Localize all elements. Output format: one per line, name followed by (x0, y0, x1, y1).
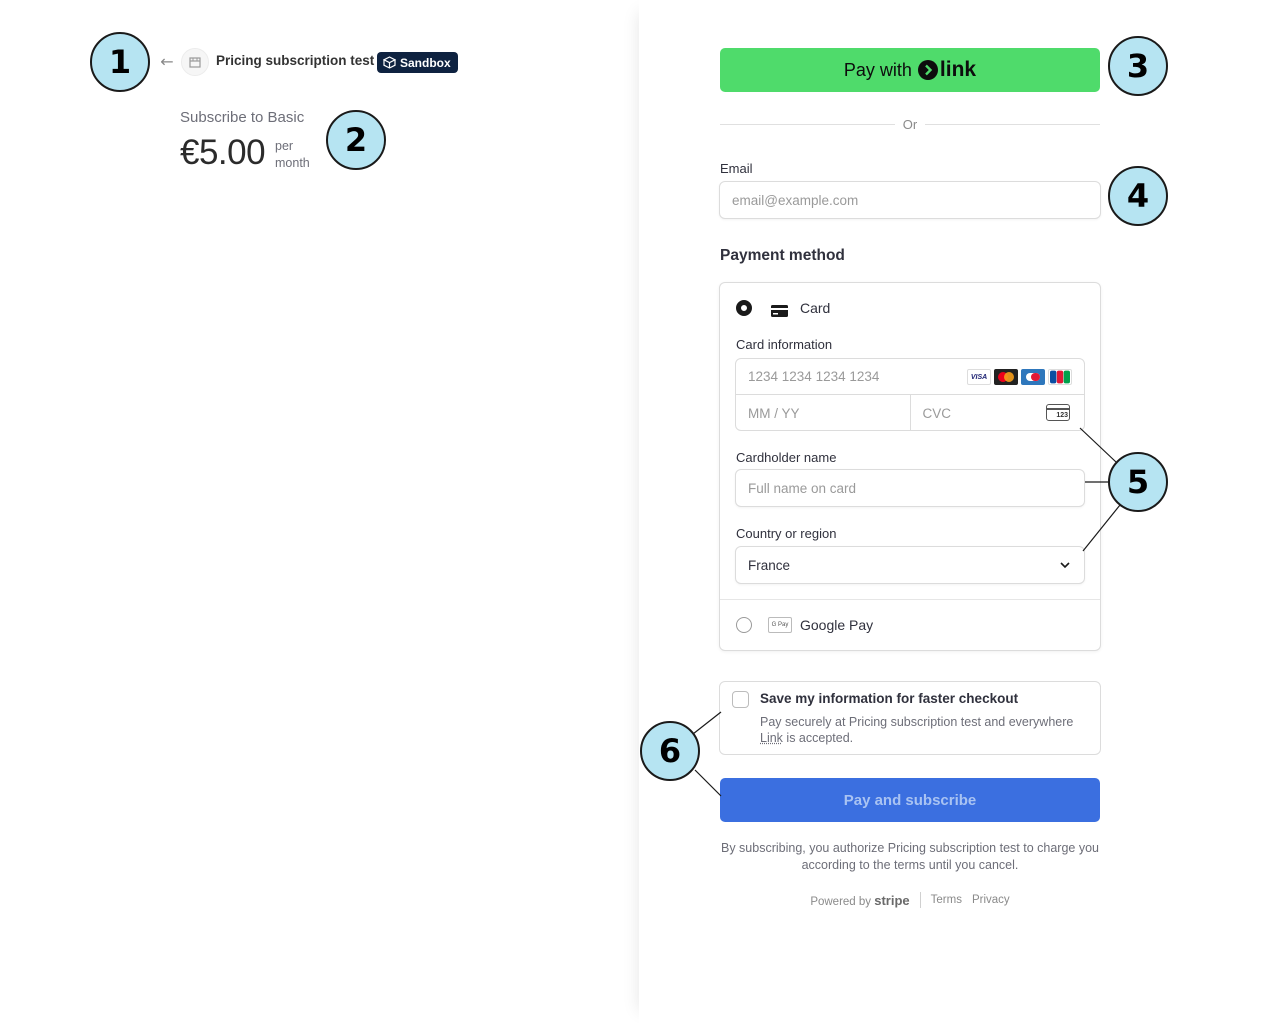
google-pay-icon: G Pay (768, 617, 792, 633)
footer: Powered by stripe Terms Privacy (720, 892, 1100, 908)
cube-icon (383, 56, 396, 69)
sandbox-label: Sandbox (400, 55, 451, 70)
cvc-input[interactable]: CVC 123 (909, 395, 1085, 431)
callout-4: 4 (1108, 166, 1168, 226)
cvc-card-icon: 123 (1046, 404, 1070, 421)
link-brand-text: link (939, 58, 977, 81)
save-info-checkbox[interactable] (732, 691, 749, 708)
sandbox-badge: Sandbox (377, 52, 458, 73)
stripe-logo: stripe (874, 892, 910, 908)
card-brand-icons: VISA (967, 369, 1072, 385)
business-name[interactable]: Pricing subscription test (216, 53, 374, 68)
callout-1: 1 (90, 32, 150, 92)
expiry-input[interactable]: MM / YY (736, 395, 910, 431)
expiry-placeholder: MM / YY (748, 405, 800, 421)
subscription-terms-text: By subscribing, you authorize Pricing su… (721, 841, 1099, 872)
email-input[interactable]: email@example.com (719, 181, 1101, 219)
card-number-input[interactable]: 1234 1234 1234 1234 VISA (736, 359, 1084, 395)
card-info-label: Card information (736, 337, 833, 352)
price-period: per month (275, 138, 310, 172)
callout-3: 3 (1108, 36, 1168, 96)
back-arrow-icon[interactable]: ← (157, 52, 177, 72)
payment-option-divider (720, 599, 1100, 600)
country-value: France (748, 557, 791, 573)
link-info-link[interactable]: Link (760, 731, 783, 745)
powered-by-text: Powered by (810, 895, 872, 908)
link-button-prefix: Pay with (843, 59, 912, 80)
link-logo-icon (917, 60, 938, 80)
price-amount: €5.00 (180, 133, 266, 172)
card-icon (771, 302, 788, 321)
country-select[interactable]: France (735, 546, 1085, 584)
save-info-desc-before: Pay securely at Pricing subscription tes… (760, 715, 1074, 729)
price-period-text: month (275, 156, 310, 170)
card-option-label[interactable]: Card (800, 300, 830, 316)
cardholder-label: Cardholder name (736, 450, 837, 465)
cvc-icon-text: 123 (1056, 412, 1068, 419)
card-info-group: 1234 1234 1234 1234 VISA MM / YY CVC 123 (735, 358, 1085, 431)
google-pay-label[interactable]: Google Pay (800, 617, 873, 633)
price-per-text: per (275, 139, 294, 153)
email-label: Email (720, 161, 753, 176)
save-info-box: Save my information for faster checkout … (719, 681, 1101, 755)
save-info-title[interactable]: Save my information for faster checkout (760, 691, 1018, 706)
card-number-placeholder: 1234 1234 1234 1234 (748, 369, 880, 384)
callout-5: 5 (1108, 452, 1168, 512)
save-info-desc-after: is accepted. (782, 731, 854, 745)
cardholder-name-input[interactable]: Full name on card (735, 469, 1085, 507)
save-info-description: Pay securely at Pricing subscription tes… (760, 714, 1090, 746)
chevron-down-icon (1060, 562, 1070, 569)
pay-with-link-button[interactable]: Pay with link (720, 48, 1100, 92)
callout-6: 6 (640, 721, 700, 781)
link-brand: link (917, 58, 977, 82)
jcb-icon (1048, 369, 1072, 385)
google-pay-radio[interactable] (736, 617, 752, 633)
card-radio[interactable] (736, 300, 752, 316)
amex-icon (1021, 369, 1045, 385)
payment-method-title: Payment method (720, 247, 845, 264)
mastercard-icon (994, 369, 1018, 385)
visa-icon: VISA (967, 369, 991, 385)
powered-by[interactable]: Powered by stripe (810, 893, 909, 908)
terms-link[interactable]: Terms (931, 894, 962, 906)
or-divider: Or (720, 116, 1101, 132)
callout-2: 2 (326, 110, 386, 170)
cvc-placeholder: CVC (922, 405, 952, 421)
store-icon (181, 48, 209, 76)
or-text: Or (902, 116, 918, 132)
order-summary-panel: ← Pricing subscription test Sandbox Subs… (0, 0, 639, 1023)
privacy-link[interactable]: Privacy (972, 894, 1010, 906)
product-title: Subscribe to Basic (180, 109, 305, 126)
country-label: Country or region (736, 526, 837, 541)
pay-and-subscribe-button[interactable]: Pay and subscribe (720, 778, 1100, 822)
